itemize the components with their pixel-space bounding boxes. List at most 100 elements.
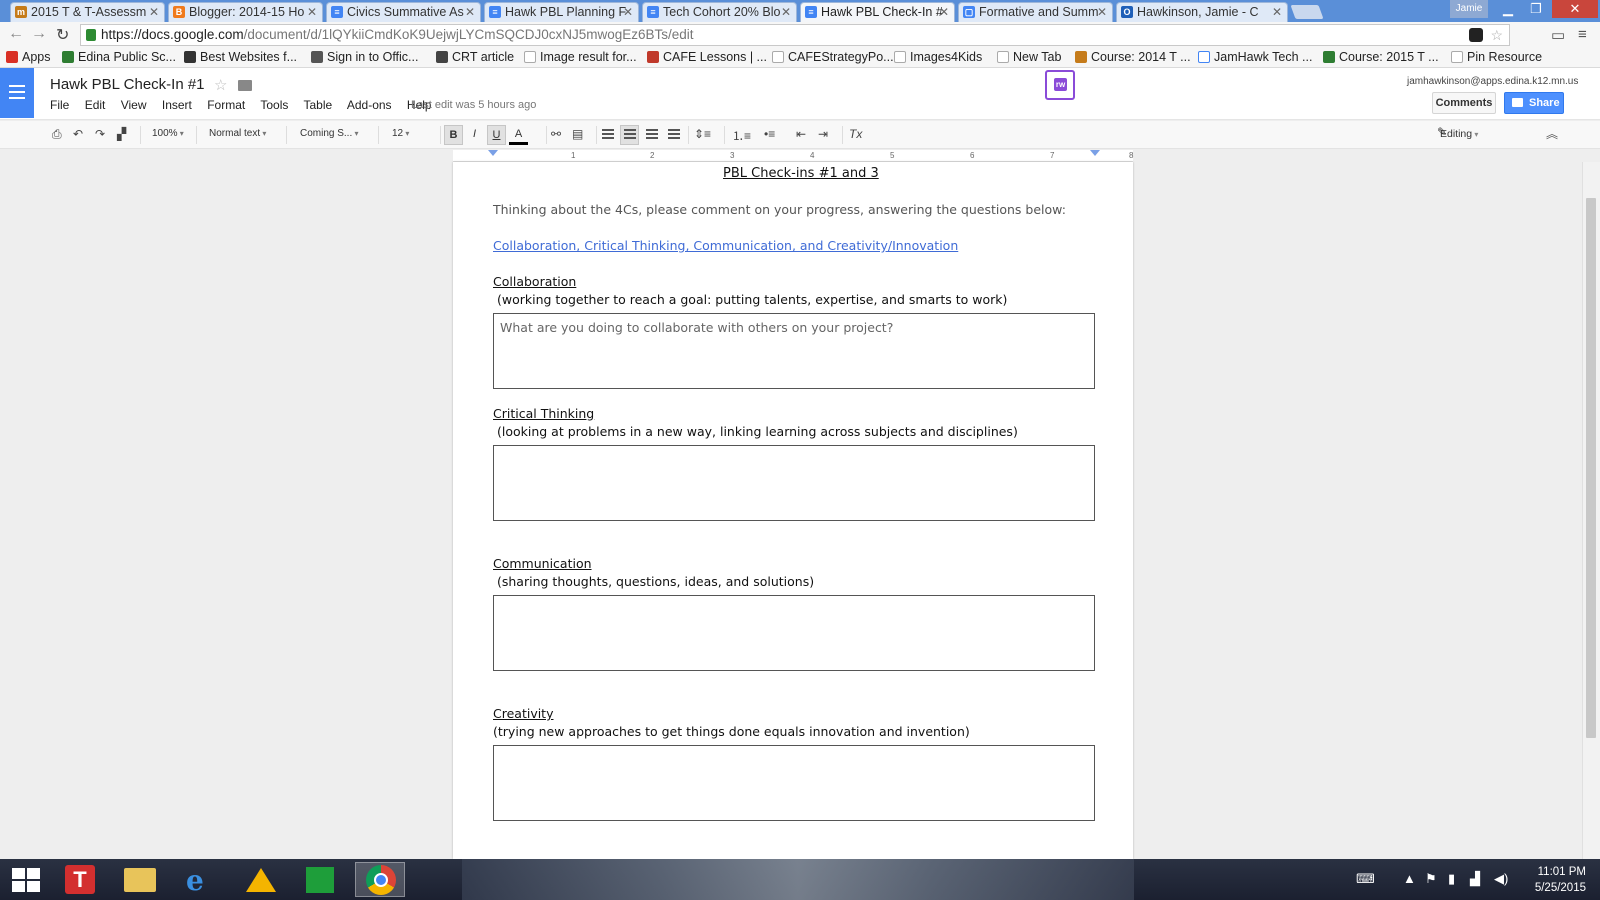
- clock-time[interactable]: 11:01 PM: [1526, 866, 1586, 878]
- print-icon[interactable]: ⎙: [52, 127, 62, 142]
- bold-button[interactable]: B: [444, 125, 463, 145]
- bookmark-item[interactable]: Sign in to Offic...: [311, 50, 418, 64]
- answer-box-collaboration[interactable]: What are you doing to collaborate with o…: [493, 313, 1095, 389]
- browser-tab[interactable]: B Blogger: 2014-15 Ho ✕: [168, 2, 323, 22]
- show-hidden-icons-icon[interactable]: ▲: [1403, 871, 1416, 886]
- cast-icon[interactable]: ▭: [1551, 26, 1565, 44]
- link-icon[interactable]: ⚯: [551, 127, 561, 141]
- increase-indent-icon[interactable]: ⇥: [818, 127, 828, 141]
- user-email[interactable]: jamhawkinson@apps.edina.k12.mn.us: [1407, 76, 1578, 87]
- close-tab-icon[interactable]: ✕: [465, 3, 475, 21]
- font-select[interactable]: Coming S...: [300, 128, 359, 139]
- network-signal-icon[interactable]: ▟: [1470, 871, 1480, 887]
- zoom-select[interactable]: 100%: [152, 128, 184, 139]
- window-close-icon[interactable]: ✕: [1552, 0, 1598, 18]
- right-indent-marker[interactable]: [1090, 150, 1100, 156]
- menu-table[interactable]: Table: [304, 98, 333, 112]
- file-explorer-icon[interactable]: [114, 862, 164, 897]
- close-tab-icon[interactable]: ✕: [939, 3, 949, 21]
- text-color-button[interactable]: A: [509, 125, 528, 145]
- new-tab-button[interactable]: [1290, 5, 1324, 19]
- bookmark-item[interactable]: Images4Kids: [894, 50, 982, 64]
- reload-icon[interactable]: ↻: [56, 25, 69, 45]
- clear-formatting-button[interactable]: Tx: [849, 127, 862, 141]
- font-size-select[interactable]: 12: [392, 128, 432, 139]
- bookmark-item[interactable]: Apps: [6, 50, 51, 64]
- browser-tab[interactable]: ≡ Civics Summative As ✕: [326, 2, 481, 22]
- windows-start-icon[interactable]: [12, 868, 40, 892]
- menu-addons[interactable]: Add-ons: [347, 98, 392, 112]
- browser-tab-active[interactable]: ≡ Hawk PBL Check-In # ✕: [800, 2, 955, 22]
- scrollbar-thumb[interactable]: [1586, 198, 1596, 738]
- bulleted-list-icon[interactable]: •≡: [764, 127, 775, 141]
- italic-button[interactable]: I: [465, 125, 484, 145]
- line-spacing-icon[interactable]: ⇕≡: [694, 127, 711, 141]
- star-icon[interactable]: ☆: [214, 76, 227, 94]
- clock-date[interactable]: 5/25/2015: [1526, 882, 1586, 894]
- forward-arrow-icon[interactable]: →: [31, 25, 47, 43]
- bookmark-item[interactable]: Course: 2014 T ...: [1075, 50, 1191, 64]
- bookmark-item[interactable]: CAFE Lessons | ...: [647, 50, 767, 64]
- bookmark-item[interactable]: Course: 2015 T ...: [1323, 50, 1439, 64]
- align-center-button[interactable]: [620, 125, 639, 145]
- comment-icon[interactable]: ▤: [572, 127, 583, 141]
- minimize-icon[interactable]: ▁: [1494, 0, 1522, 18]
- menu-insert[interactable]: Insert: [162, 98, 192, 112]
- maximize-icon[interactable]: ❐: [1522, 0, 1550, 18]
- profile-badge[interactable]: Jamie: [1450, 0, 1488, 18]
- answer-box-communication[interactable]: [493, 595, 1095, 671]
- 4cs-link[interactable]: Collaboration, Critical Thinking, Commun…: [493, 238, 958, 253]
- bookmark-item[interactable]: Best Websites f...: [184, 50, 297, 64]
- close-tab-icon[interactable]: ✕: [623, 3, 633, 21]
- browser-tab[interactable]: m 2015 T & T-Assessm ✕: [10, 2, 165, 22]
- bookmark-item[interactable]: Pin Resource: [1451, 50, 1542, 64]
- menu-format[interactable]: Format: [207, 98, 245, 112]
- close-tab-icon[interactable]: ✕: [781, 3, 791, 21]
- close-tab-icon[interactable]: ✕: [149, 3, 159, 21]
- keyboard-icon[interactable]: ⌨: [1356, 871, 1375, 887]
- align-right-icon[interactable]: [646, 129, 658, 139]
- menu-file[interactable]: File: [50, 98, 69, 112]
- browser-tab[interactable]: ≡ Tech Cohort 20% Blo ✕: [642, 2, 797, 22]
- justify-icon[interactable]: [668, 129, 680, 139]
- close-tab-icon[interactable]: ✕: [1097, 3, 1107, 21]
- paint-format-icon[interactable]: ▞: [117, 127, 126, 141]
- browser-tab[interactable]: ≡ Hawk PBL Planning F ✕: [484, 2, 639, 22]
- answer-box-critical-thinking[interactable]: [493, 445, 1095, 521]
- docs-home-icon[interactable]: [0, 68, 34, 118]
- numbered-list-icon[interactable]: ⒈≡: [732, 127, 751, 144]
- underline-button[interactable]: U: [487, 125, 506, 145]
- undo-icon[interactable]: ↶: [73, 127, 83, 141]
- document-title[interactable]: Hawk PBL Check-In #1: [50, 76, 205, 93]
- document-page[interactable]: PBL Check-ins #1 and 3 Thinking about th…: [453, 162, 1133, 859]
- chrome-icon[interactable]: [355, 862, 405, 897]
- bookmark-item[interactable]: CAFEStrategyPo...: [772, 50, 894, 64]
- decrease-indent-icon[interactable]: ⇤: [796, 127, 806, 141]
- taskbar-app-t-icon[interactable]: T: [54, 862, 104, 897]
- power-icon[interactable]: ▮: [1448, 871, 1455, 887]
- folder-icon[interactable]: [238, 80, 252, 91]
- share-button[interactable]: Share: [1504, 92, 1564, 114]
- extension-icon[interactable]: [1469, 28, 1483, 42]
- bookmark-item[interactable]: JamHawk Tech ...: [1198, 50, 1312, 64]
- align-left-icon[interactable]: [602, 129, 614, 139]
- collapse-menu-icon[interactable]: ︽: [1546, 125, 1558, 142]
- left-indent-marker[interactable]: [488, 150, 498, 156]
- action-center-flag-icon[interactable]: ⚑: [1425, 871, 1437, 887]
- editing-mode-select[interactable]: Editing: [1440, 128, 1478, 140]
- chrome-menu-icon[interactable]: ≡: [1578, 26, 1587, 43]
- bookmark-item[interactable]: CRT article: [436, 50, 514, 64]
- browser-tab[interactable]: ▢ Formative and Summ ✕: [958, 2, 1113, 22]
- menu-edit[interactable]: Edit: [85, 98, 106, 112]
- close-tab-icon[interactable]: ✕: [307, 3, 317, 21]
- google-drive-icon[interactable]: [234, 862, 284, 897]
- volume-icon[interactable]: ◀): [1494, 871, 1508, 887]
- bookmark-item[interactable]: Image result for...: [524, 50, 637, 64]
- style-select[interactable]: Normal text: [209, 128, 266, 139]
- internet-explorer-icon[interactable]: e: [174, 862, 224, 897]
- menu-view[interactable]: View: [121, 98, 147, 112]
- addon-extension-icon[interactable]: rw: [1045, 70, 1075, 100]
- last-edit-status[interactable]: Last edit was 5 hours ago: [411, 99, 536, 111]
- bookmark-star-icon[interactable]: ☆: [1490, 25, 1503, 45]
- menu-tools[interactable]: Tools: [260, 98, 288, 112]
